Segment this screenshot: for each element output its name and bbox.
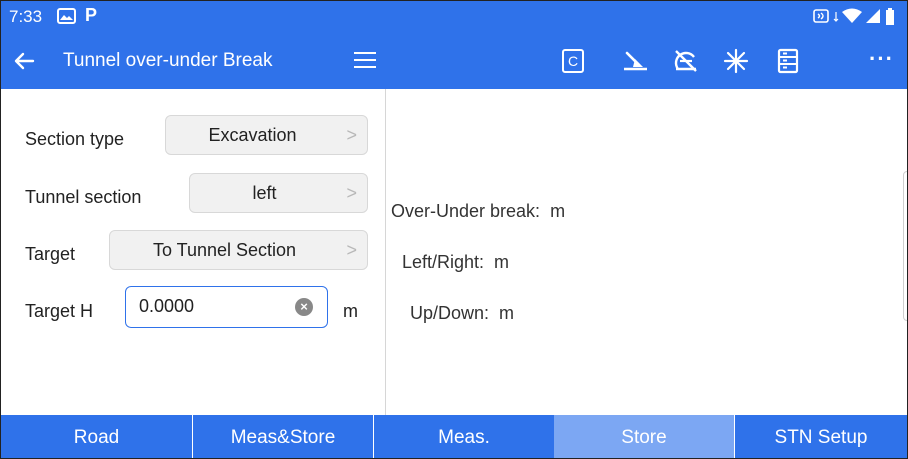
up-down-unit: m (499, 303, 515, 323)
up-down-label: Up/Down: (410, 303, 490, 323)
left-right-label: Left/Right: (402, 252, 485, 272)
tunnel-section-label: Tunnel section (25, 187, 142, 207)
nfc-icon (813, 8, 829, 29)
p-icon: P (85, 5, 98, 25)
app-window: 7:33 P Tunnel over-under Break C ··· Sec… (0, 0, 908, 459)
menu-icon[interactable] (354, 52, 376, 70)
target-h-value[interactable]: 0.0000 (139, 296, 194, 317)
tab-store[interactable]: Store (554, 415, 734, 458)
battery-icon (885, 8, 895, 31)
tab-meas[interactable]: Meas. (374, 415, 554, 458)
photo-icon (57, 8, 76, 24)
c-button[interactable]: C (562, 49, 584, 73)
left-right-result: Left/Right: m (402, 252, 509, 273)
over-under-result: Over-Under break: m (391, 201, 565, 222)
target-h-label: Target H (25, 301, 94, 321)
status-bar: 7:33 P (1, 1, 907, 33)
scroll-handle[interactable] (903, 171, 907, 321)
data-arrows-icon (833, 8, 839, 29)
more-icon[interactable]: ··· (869, 46, 894, 72)
status-time: 7:33 (9, 7, 43, 26)
over-under-label: Over-Under break: (391, 201, 541, 221)
results-panel: Over-Under break: m Left/Right: m Up/Down:… (386, 89, 907, 415)
form-panel: Section type Excavation > Tunnel section… (1, 89, 385, 415)
list-icon[interactable] (774, 47, 802, 75)
target-label: Target (25, 244, 76, 264)
tab-meas-store[interactable]: Meas&Store (193, 415, 373, 458)
section-type-label: Section type (25, 129, 125, 149)
chevron-right-icon: > (346, 183, 357, 203)
wifi-icon (841, 8, 863, 29)
ground-line-icon[interactable] (621, 47, 649, 75)
clear-icon[interactable]: × (295, 298, 313, 316)
section-type-value: Excavation (208, 125, 297, 145)
tunnel-section-select[interactable]: left > (189, 173, 368, 213)
chevron-right-icon: > (346, 125, 357, 145)
tunnel-section-value: left (252, 183, 277, 203)
signal-icon (865, 8, 881, 29)
target-h-input[interactable]: 0.0000 × (125, 286, 328, 328)
over-under-unit: m (550, 201, 566, 221)
up-down-result: Up/Down: m (410, 303, 514, 324)
back-arrow-icon[interactable] (11, 47, 39, 75)
bottom-tab-bar: Road Meas&Store Meas. Store STN Setup (1, 415, 907, 458)
no-prism-icon[interactable] (672, 47, 700, 75)
tab-road[interactable]: Road (1, 415, 192, 458)
chevron-right-icon: > (346, 240, 357, 260)
status-icons (813, 8, 903, 26)
laser-icon[interactable] (722, 47, 750, 75)
target-h-unit: m (343, 301, 358, 321)
app-bar: Tunnel over-under Break C ··· (1, 33, 907, 89)
left-right-unit: m (494, 252, 510, 272)
page-title: Tunnel over-under Break (63, 50, 273, 71)
section-type-select[interactable]: Excavation > (165, 115, 368, 155)
target-value: To Tunnel Section (152, 240, 297, 260)
tab-stn-setup[interactable]: STN Setup (735, 415, 907, 458)
target-select[interactable]: To Tunnel Section > (109, 230, 368, 270)
